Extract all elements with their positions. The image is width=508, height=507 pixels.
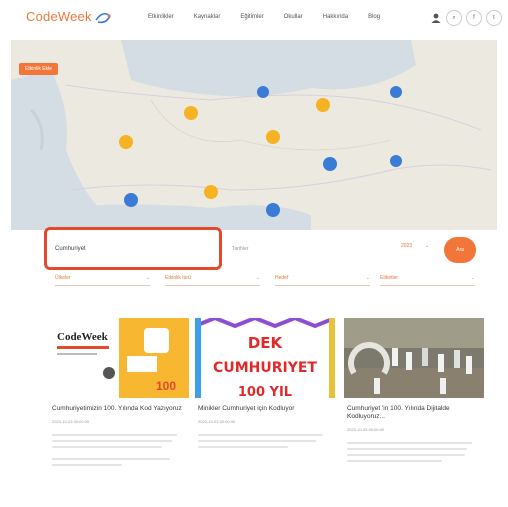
card-image-line3: 100 YIL	[238, 385, 292, 398]
filter-dropdowns: Ülkeler ⌄ Etkinlik türü ⌄ Hedef ⌄ Etiket…	[55, 275, 475, 287]
nav-item-trainings[interactable]: Eğitimler	[240, 14, 263, 20]
tags-dropdown-label: Etiketler	[380, 275, 399, 281]
event-card-title[interactable]: Cumhuriyetimizin 100. Yılında Kod Yazıyo…	[49, 405, 189, 413]
event-card-date: 2023-10-03 00:00:00	[52, 419, 90, 424]
nav-item-about[interactable]: Hakkında	[323, 14, 348, 20]
card-image-badge: 100	[156, 379, 176, 393]
card-text-line	[52, 458, 170, 460]
logo-text: CodeWeek	[26, 9, 92, 24]
search-button[interactable]: Ara	[444, 237, 476, 263]
event-card-title[interactable]: Cumhuriyet 'in 100. Yılında Dijitalde Ko…	[344, 405, 484, 421]
facebook-icon[interactable]: f	[466, 10, 482, 26]
event-card[interactable]: CodeWeek 100 Cumhuriyetimizin 100. Yılın…	[49, 318, 189, 503]
card-image-line2: CUMHURIYET	[213, 360, 317, 376]
card-text-line	[347, 442, 472, 444]
card-image-brand: CodeWeek	[57, 331, 109, 343]
search-input-value: Cumhuriyet	[55, 246, 86, 252]
country-dropdown[interactable]: Ülkeler ⌄	[55, 275, 150, 286]
tags-dropdown[interactable]: Etiketler ⌄	[380, 275, 475, 286]
chevron-down-icon: ⌄	[425, 243, 430, 249]
event-card-date: 2023-10-05 00:00:00	[347, 427, 385, 432]
card-text-line	[52, 440, 172, 442]
card-text-line	[347, 460, 442, 462]
events-map[interactable]: Etkinlik Ekle	[11, 40, 497, 230]
add-event-tag[interactable]: Etkinlik Ekle	[19, 63, 58, 75]
twitter-icon[interactable]: t	[486, 10, 502, 26]
main-nav: Etkinlikler Kaynaklar Eğitimler Okullar …	[148, 14, 400, 20]
card-text-line	[347, 448, 467, 450]
card-text-line	[52, 434, 177, 436]
nav-item-resources[interactable]: Kaynaklar	[194, 14, 221, 20]
event-card-image: DEK CUMHURIYET 100 YIL	[195, 318, 335, 398]
event-type-dropdown[interactable]: Etkinlik türü ⌄	[165, 275, 260, 286]
country-dropdown-label: Ülkeler	[55, 275, 71, 281]
nav-item-schools[interactable]: Okullar	[284, 14, 303, 20]
codeweek-logo[interactable]: CodeWeek	[26, 9, 112, 24]
chevron-down-icon: ⌄	[255, 275, 260, 281]
date-filter[interactable]: Tarihler	[232, 246, 248, 252]
site-header: CodeWeek Etkinlikler Kaynaklar Eğitimler…	[0, 0, 508, 40]
chevron-down-icon: ⌄	[470, 275, 475, 281]
card-text-line	[52, 446, 162, 448]
header-actions: ⌕ f t	[430, 10, 502, 26]
map-canvas[interactable]	[11, 40, 497, 230]
audience-dropdown[interactable]: Hedef ⌄	[275, 275, 370, 286]
audience-dropdown-label: Hedef	[275, 275, 289, 281]
card-text-line	[198, 434, 323, 436]
event-card-image: CodeWeek 100	[49, 318, 189, 398]
event-card[interactable]: DEK CUMHURIYET 100 YIL Minikler Cumhuriy…	[195, 318, 335, 503]
card-text-line	[52, 464, 122, 466]
event-card-image	[344, 318, 484, 398]
nav-item-blog[interactable]: Blog	[368, 14, 380, 20]
event-card-date: 2023-10-03 00:00:00	[198, 419, 236, 424]
event-card-title[interactable]: Minikler Cumhuriyet için Kodluyor	[195, 405, 335, 413]
chevron-down-icon: ⌄	[145, 275, 150, 281]
event-card[interactable]: Cumhuriyet 'in 100. Yılında Dijitalde Ko…	[344, 318, 484, 503]
card-text-line	[347, 454, 465, 456]
card-text-line	[198, 446, 288, 448]
card-text-line	[198, 440, 316, 442]
logo-swoosh-icon	[95, 12, 111, 23]
event-type-dropdown-label: Etkinlik türü	[165, 275, 191, 281]
search-icon[interactable]: ⌕	[446, 10, 462, 26]
year-select[interactable]: 2023	[401, 243, 412, 249]
user-icon[interactable]	[430, 12, 442, 24]
nav-item-events[interactable]: Etkinlikler	[148, 14, 174, 20]
chevron-down-icon: ⌄	[365, 275, 370, 281]
card-image-line1: DEK	[248, 334, 284, 352]
